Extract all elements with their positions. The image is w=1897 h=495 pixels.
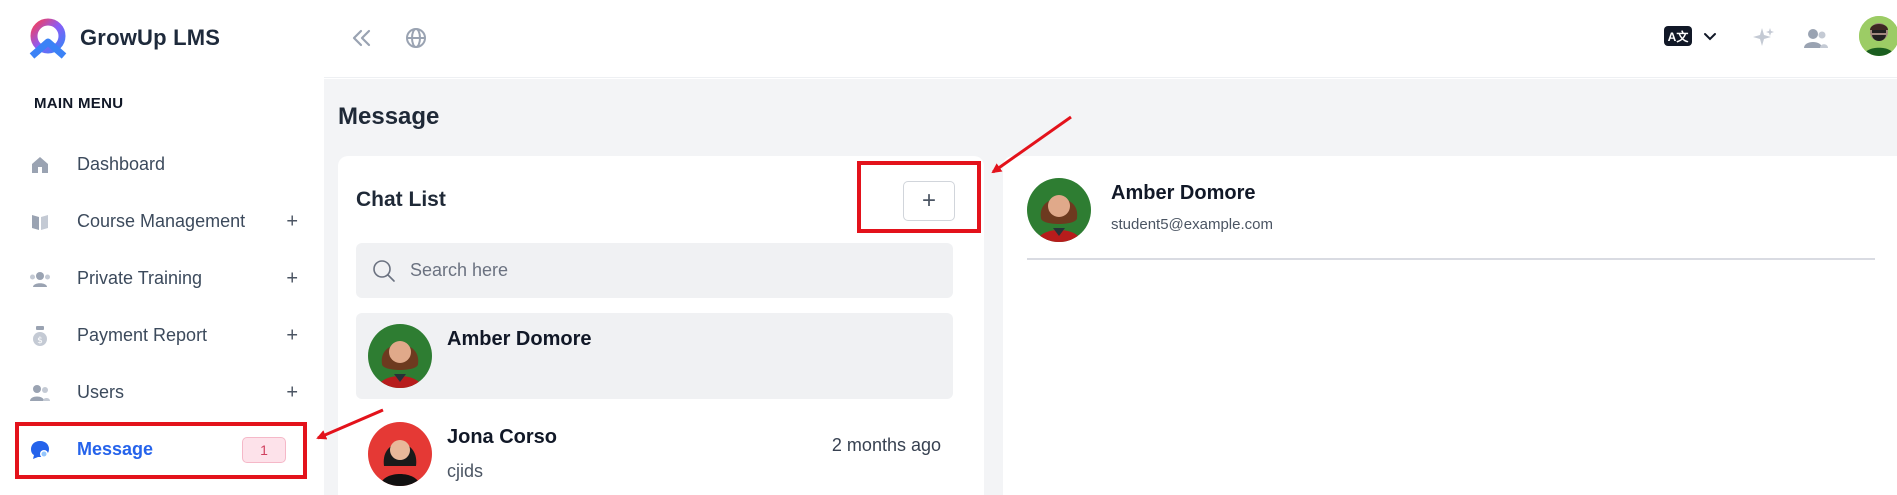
chat-partner-email: student5@example.com: [1111, 216, 1273, 233]
sidebar-item-course-management[interactable]: Course Management +: [16, 193, 308, 250]
sidebar-item-payment-report[interactable]: $ Payment Report +: [16, 307, 308, 364]
contact-name: Amber Domore: [447, 328, 592, 350]
sidebar-item-dashboard[interactable]: Dashboard: [16, 136, 308, 193]
annotation-box-message: [15, 422, 307, 479]
main-content: Message Chat List + Amber Domore Jona Co…: [324, 79, 1897, 495]
brand-name: GrowUp LMS: [80, 25, 221, 50]
translate-icon: A文: [1664, 26, 1692, 46]
sidebar-item-label: Users: [77, 382, 125, 402]
sidebar-item-label: Dashboard: [77, 154, 166, 174]
search-icon: [373, 259, 395, 282]
header-divider: [1027, 258, 1875, 260]
growup-logo-icon: [29, 18, 67, 59]
contact-avatar: [368, 422, 432, 486]
users-icon[interactable]: [1802, 24, 1830, 52]
chat-partner-avatar: [1027, 178, 1091, 242]
main-menu-title: MAIN MENU: [34, 95, 124, 112]
group-icon: [28, 267, 52, 291]
sidebar-item-label: Payment Report: [77, 325, 208, 345]
contact-avatar: [368, 324, 432, 388]
page-title: Message: [338, 103, 440, 130]
contact-timestamp: 2 months ago: [831, 435, 941, 455]
money-bag-icon: $: [28, 324, 52, 348]
expand-toggle[interactable]: +: [286, 210, 298, 233]
sidebar-item-label: Course Management: [77, 211, 246, 231]
sidebar-item-private-training[interactable]: Private Training +: [16, 250, 308, 307]
search-input[interactable]: [410, 260, 930, 281]
topbar: A文: [324, 0, 1897, 78]
sidebar: GrowUp LMS MAIN MENU Dashboard Course Ma…: [0, 0, 324, 495]
language-switcher[interactable]: A文: [1664, 26, 1718, 46]
book-icon: [28, 210, 52, 234]
expand-toggle[interactable]: +: [286, 267, 298, 290]
chat-list-title: Chat List: [356, 188, 446, 211]
annotation-box-new-chat: [857, 161, 981, 233]
double-chevron-left-icon[interactable]: [348, 24, 376, 52]
sidebar-item-label: Private Training: [77, 268, 203, 288]
expand-toggle[interactable]: +: [286, 324, 298, 347]
app-root: GrowUp LMS MAIN MENU Dashboard Course Ma…: [0, 0, 1897, 495]
user-avatar[interactable]: [1859, 16, 1897, 56]
contact-name: Jona Corso: [447, 426, 558, 448]
brand[interactable]: GrowUp LMS: [26, 16, 220, 60]
globe-icon[interactable]: [402, 24, 430, 52]
contact-last-message: cjids: [447, 461, 484, 481]
chat-list-item[interactable]: Jona Corso cjids 2 months ago: [356, 411, 953, 495]
search-box: [356, 243, 953, 298]
svg-text:$: $: [37, 336, 43, 346]
chat-panel: Amber Domore student5@example.com: [1003, 156, 1897, 495]
home-icon: [28, 153, 52, 177]
sparkle-icon[interactable]: [1749, 24, 1777, 52]
sidebar-item-users[interactable]: Users +: [16, 364, 308, 421]
users-icon: [28, 381, 52, 405]
chevron-down-icon: [1704, 33, 1716, 41]
chat-list-item[interactable]: Amber Domore: [356, 313, 953, 399]
expand-toggle[interactable]: +: [286, 381, 298, 404]
chat-partner-name: Amber Domore: [1111, 182, 1256, 204]
